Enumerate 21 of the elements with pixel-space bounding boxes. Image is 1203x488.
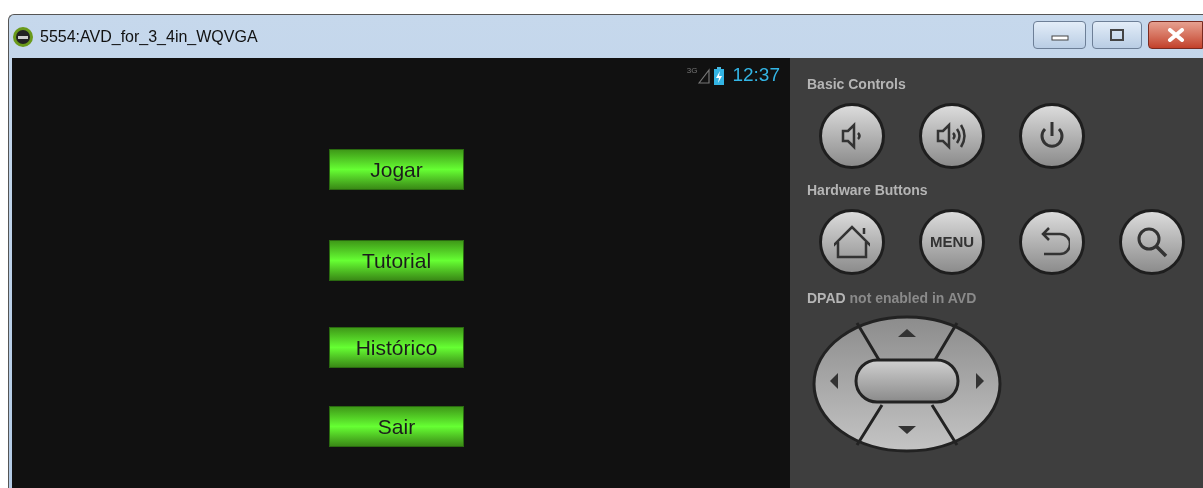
battery-icon bbox=[714, 66, 725, 85]
dpad-note: DPAD not enabled in AVD bbox=[807, 289, 978, 308]
menu-button[interactable]: Histórico bbox=[329, 327, 464, 368]
close-icon bbox=[1166, 27, 1185, 42]
minimize-button[interactable] bbox=[1033, 20, 1086, 49]
emulator-icon bbox=[12, 25, 34, 48]
network-label: 3G bbox=[686, 65, 698, 77]
menu-key[interactable]: MENU bbox=[919, 209, 985, 275]
maximize-icon bbox=[1110, 28, 1124, 41]
clock: 12:37 bbox=[732, 63, 780, 88]
home-icon bbox=[834, 225, 870, 259]
menu-button[interactable]: Tutorial bbox=[329, 240, 464, 281]
window-title: 5554:AVD_for_3_4in_WQVGA bbox=[40, 26, 258, 47]
minimize-icon bbox=[1050, 34, 1069, 41]
menu-button[interactable]: Jogar bbox=[329, 149, 464, 190]
signal-icon bbox=[698, 67, 711, 84]
menu-button[interactable]: Sair bbox=[329, 406, 464, 447]
close-button[interactable] bbox=[1148, 20, 1203, 49]
maximize-button[interactable] bbox=[1092, 20, 1142, 49]
section-heading: Basic Controls bbox=[807, 75, 907, 94]
section-heading: Hardware Buttons bbox=[807, 181, 929, 200]
